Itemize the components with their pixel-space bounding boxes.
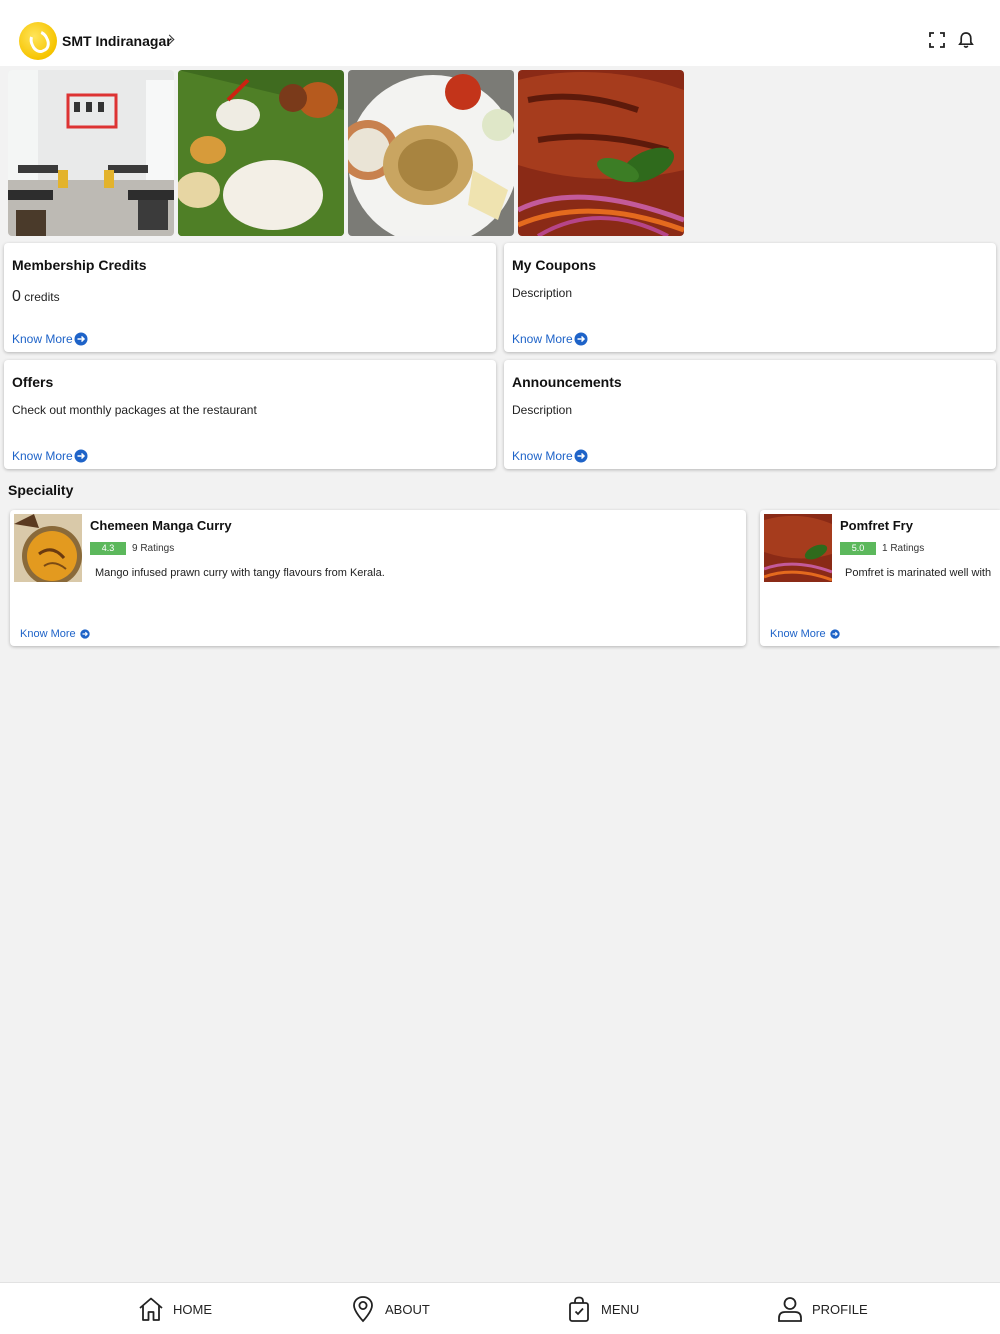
dish-description: Pomfret is marinated well with: [845, 567, 992, 579]
shopping-bag-icon: [569, 1296, 589, 1322]
card-description: Description: [512, 286, 573, 300]
bottom-navigation: HOME ABOUT MENU PROFILE: [0, 1282, 1000, 1334]
speciality-card-chemeen[interactable]: Chemeen Manga Curry 4.3 9 Ratings Mango …: [10, 510, 746, 646]
app-header: SMT Indiranagar: [0, 0, 1000, 66]
card-description: Description: [512, 403, 573, 417]
know-more-link[interactable]: Know More: [770, 628, 840, 640]
nav-label: PROFILE: [812, 1301, 868, 1317]
dish-name: Chemeen Manga Curry: [90, 518, 232, 533]
arrow-right-circle-icon: [74, 332, 88, 346]
arrow-right-circle-icon: [574, 449, 588, 463]
nav-label: HOME: [173, 1301, 212, 1317]
gallery-photo-interior[interactable]: [8, 70, 174, 236]
card-title: Announcements: [512, 374, 622, 390]
dish-description: Mango infused prawn curry with tangy fla…: [95, 567, 385, 579]
nav-about[interactable]: ABOUT: [349, 1295, 430, 1323]
arrow-right-circle-icon: [829, 629, 840, 639]
restaurant-name[interactable]: SMT Indiranagar: [62, 33, 172, 49]
bell-icon[interactable]: [956, 30, 976, 50]
fullscreen-icon[interactable]: [927, 30, 947, 50]
rating-badge: 4.3: [90, 542, 126, 555]
know-more-link[interactable]: Know More: [512, 449, 588, 463]
gallery-photo-fish[interactable]: [518, 70, 684, 236]
nav-label: ABOUT: [385, 1301, 430, 1317]
restaurant-logo[interactable]: [19, 22, 57, 60]
dish-thumbnail: [764, 514, 832, 582]
card-title: Offers: [12, 374, 54, 390]
my-coupons-card[interactable]: My Coupons Description Know More: [504, 243, 996, 352]
dish-name: Pomfret Fry: [840, 518, 913, 533]
nav-label: MENU: [601, 1301, 640, 1317]
membership-credits-card[interactable]: Membership Credits 0 credits Know More: [4, 243, 496, 352]
announcements-card[interactable]: Announcements Description Know More: [504, 360, 996, 469]
dish-thumbnail: [14, 514, 82, 582]
ratings-count: 1 Ratings: [882, 543, 925, 554]
know-more-link[interactable]: Know More: [12, 449, 88, 463]
credits-value: 0 credits: [12, 288, 60, 305]
know-more-link[interactable]: Know More: [12, 332, 88, 346]
offers-card[interactable]: Offers Check out monthly packages at the…: [4, 360, 496, 469]
home-icon: [139, 1297, 163, 1321]
user-icon: [778, 1297, 802, 1322]
gallery-photo-biryani[interactable]: [348, 70, 514, 236]
card-title: Membership Credits: [12, 257, 147, 273]
know-more-link[interactable]: Know More: [512, 332, 588, 346]
card-title: My Coupons: [512, 257, 596, 273]
nav-home[interactable]: HOME: [137, 1295, 212, 1323]
nav-menu[interactable]: MENU: [565, 1295, 639, 1323]
know-more-link[interactable]: Know More: [20, 628, 90, 640]
location-pin-icon: [353, 1296, 373, 1323]
arrow-right-circle-icon: [574, 332, 588, 346]
arrow-right-circle-icon: [74, 449, 88, 463]
gallery-photo-meal[interactable]: [178, 70, 344, 236]
nav-profile[interactable]: PROFILE: [776, 1295, 868, 1323]
rating-badge: 5.0: [840, 542, 876, 555]
speciality-heading: Speciality: [8, 482, 74, 498]
speciality-card-pomfret[interactable]: Pomfret Fry 5.0 1 Ratings Pomfret is mar…: [760, 510, 1000, 646]
card-description: Check out monthly packages at the restau…: [12, 403, 257, 417]
arrow-right-circle-icon: [79, 629, 90, 639]
ratings-count: 9 Ratings: [132, 543, 175, 554]
